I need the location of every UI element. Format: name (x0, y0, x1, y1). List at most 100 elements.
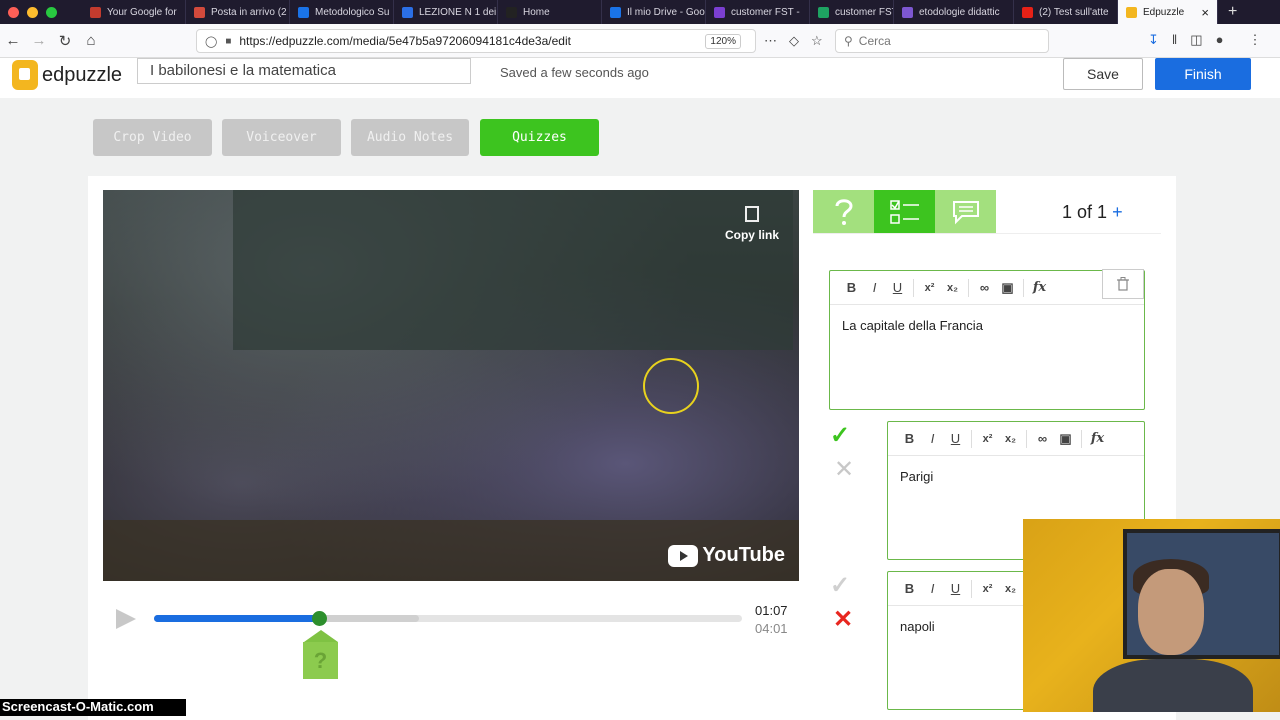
question-marker[interactable]: ? (303, 630, 338, 679)
reload-icon[interactable]: ↻ (52, 32, 78, 50)
browser-tab[interactable]: Il mio Drive - Goo (602, 0, 706, 24)
superscript-icon[interactable]: x² (976, 583, 999, 595)
mark-wrong-icon[interactable]: ✕ (833, 605, 853, 634)
subscript-icon[interactable]: x₂ (999, 433, 1022, 445)
play-icon[interactable] (116, 609, 136, 629)
more-icon[interactable]: ⋯ (764, 33, 777, 49)
video-player[interactable]: Copy link YouTube (103, 190, 799, 581)
subscript-icon[interactable]: x₂ (999, 583, 1022, 595)
tab-favicon-icon (90, 6, 101, 18)
tab-label: Posta in arrivo (2 (211, 6, 287, 18)
browser-tools: ↧ ‖ ◫ ● ⋮ (1148, 32, 1261, 48)
underline-icon[interactable]: U (886, 280, 909, 295)
tab-favicon-icon (402, 6, 413, 18)
comment-icon (952, 200, 979, 224)
copy-link-label: Copy link (724, 228, 779, 242)
open-question-tab[interactable] (813, 190, 874, 233)
tab-audio-notes[interactable]: Audio Notes (351, 119, 469, 156)
address-bar[interactable]: ◯ ■ https://edpuzzle.com/media/5e47b5a97… (196, 29, 756, 53)
maximize-window-icon[interactable] (46, 6, 57, 18)
minimize-window-icon[interactable] (27, 6, 38, 18)
bold-icon[interactable]: B (898, 581, 921, 596)
edpuzzle-logo[interactable]: edpuzzle (12, 60, 122, 90)
italic-icon[interactable]: I (921, 581, 944, 596)
mark-correct-icon[interactable]: ✓ (830, 421, 850, 450)
lock-icon: ■ (225, 35, 232, 47)
close-window-icon[interactable] (8, 6, 19, 18)
bookmark-star-icon[interactable]: ☆ (811, 33, 823, 49)
webcam-overlay (1023, 519, 1280, 712)
superscript-icon[interactable]: x² (976, 433, 999, 445)
formula-icon[interactable]: fx (1028, 280, 1051, 295)
note-tab[interactable] (935, 190, 996, 233)
zoom-badge[interactable]: 120% (705, 34, 741, 49)
toolbar-divider (1023, 278, 1024, 297)
timeline-progress (154, 615, 319, 622)
tab-voiceover[interactable]: Voiceover (222, 119, 341, 156)
total-time: 04:01 (755, 621, 788, 636)
new-tab-icon[interactable]: + (1218, 3, 1247, 21)
save-button[interactable]: Save (1063, 58, 1143, 90)
tab-crop-video[interactable]: Crop Video (93, 119, 212, 156)
panel-divider (813, 233, 1161, 234)
browser-tab[interactable]: Your Google for (82, 0, 186, 24)
link-icon[interactable]: ∞ (973, 280, 996, 295)
pocket-icon[interactable]: ◇ (789, 33, 799, 49)
underline-icon[interactable]: U (944, 431, 967, 446)
copy-icon (744, 206, 759, 222)
search-input[interactable]: ⚲ Cerca (835, 29, 1049, 53)
youtube-logo[interactable]: YouTube (668, 544, 785, 567)
tab-favicon-icon (902, 6, 913, 18)
copy-link-button[interactable]: Copy link (725, 206, 779, 242)
tab-quizzes[interactable]: Quizzes (480, 119, 599, 156)
search-icon: ⚲ (844, 34, 853, 48)
link-icon[interactable]: ∞ (1031, 431, 1054, 446)
browser-tab[interactable]: etodologie didattic (894, 0, 1014, 24)
browser-tab[interactable]: Posta in arrivo (2 (186, 0, 290, 24)
mark-correct-icon[interactable]: ✓ (830, 571, 850, 600)
italic-icon[interactable]: I (863, 280, 886, 295)
image-icon[interactable]: ▣ (1054, 431, 1077, 447)
mark-wrong-icon[interactable]: ✕ (834, 455, 854, 484)
shield-icon: ◯ (205, 35, 218, 48)
close-tab-icon[interactable]: × (1201, 5, 1209, 20)
tab-favicon-icon (298, 6, 309, 18)
timeline-thumb[interactable] (311, 611, 327, 626)
browser-tab[interactable]: Metodologico Su (290, 0, 394, 24)
finish-button[interactable]: Finish (1155, 58, 1251, 90)
delete-question-button[interactable] (1102, 269, 1144, 299)
underline-icon[interactable]: U (944, 581, 967, 596)
toolbar-divider (1081, 429, 1082, 448)
recorder-watermark: Screencast-O-Matic.com (0, 699, 186, 716)
browser-tab[interactable]: customer FST - (706, 0, 810, 24)
browser-tab-active[interactable]: Edpuzzle × (1118, 0, 1218, 24)
download-icon[interactable]: ↧ (1148, 32, 1159, 48)
browser-tab[interactable]: customer FST (810, 0, 894, 24)
toolbar-divider (971, 579, 972, 598)
add-question-icon[interactable]: + (1112, 202, 1123, 222)
image-icon[interactable]: ▣ (996, 280, 1019, 296)
video-title-input[interactable]: I babilonesi e la matematica (137, 58, 471, 84)
browser-tab[interactable]: Home (498, 0, 602, 24)
forward-icon[interactable]: → (26, 32, 52, 49)
sidebar-icon[interactable]: ◫ (1190, 32, 1202, 48)
browser-tab[interactable]: LEZIONE N 1 dei (394, 0, 498, 24)
tab-favicon-icon (1126, 6, 1137, 18)
menu-icon[interactable]: ⋮ (1248, 32, 1261, 48)
italic-icon[interactable]: I (921, 431, 944, 446)
multiple-choice-tab[interactable] (874, 190, 935, 233)
subscript-icon[interactable]: x₂ (941, 282, 964, 294)
home-icon[interactable]: ⌂ (78, 32, 104, 49)
answer-text[interactable]: Parigi (888, 456, 1144, 497)
question-editor[interactable]: B I U x² x₂ ∞ ▣ fx La capitale della Fra… (829, 269, 1145, 410)
formula-icon[interactable]: fx (1086, 431, 1109, 446)
library-icon[interactable]: ‖ (1172, 32, 1177, 48)
question-text[interactable]: La capitale della Francia (830, 305, 1144, 346)
back-icon[interactable]: ← (0, 32, 26, 49)
browser-tab[interactable]: (2) Test sull'atte (1014, 0, 1118, 24)
bold-icon[interactable]: B (840, 280, 863, 295)
video-timeline[interactable] (154, 611, 742, 626)
account-icon[interactable]: ● (1216, 32, 1224, 48)
superscript-icon[interactable]: x² (918, 282, 941, 294)
bold-icon[interactable]: B (898, 431, 921, 446)
